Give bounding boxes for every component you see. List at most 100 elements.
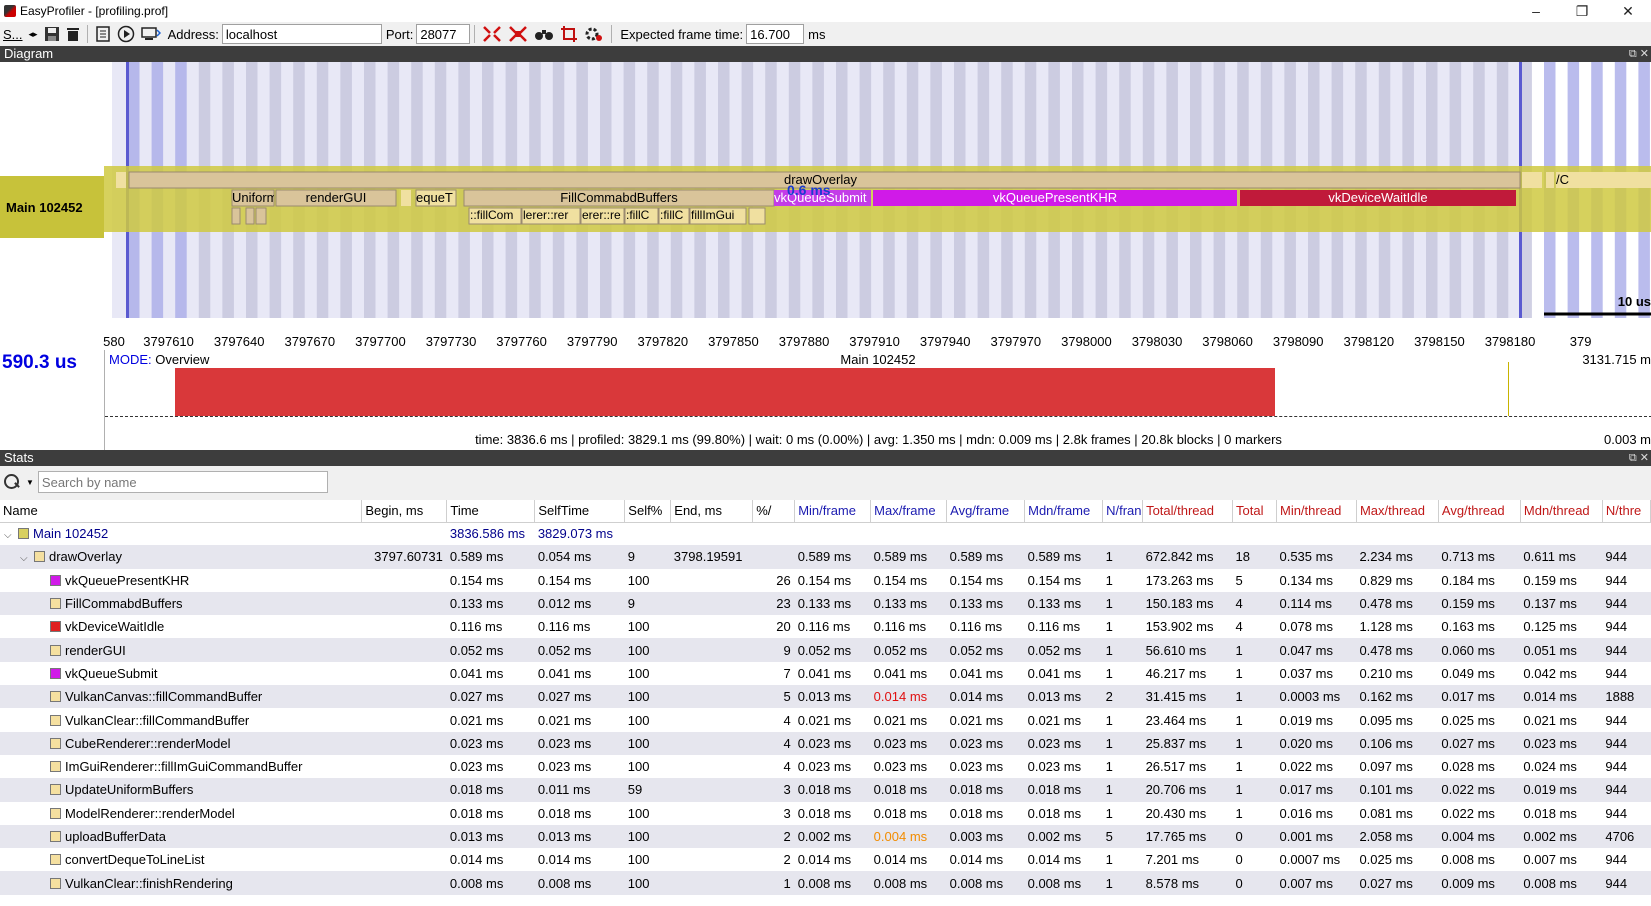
dock-float-icon[interactable]: ⧉ ✕: [1629, 450, 1649, 466]
cell-maxt: 0.097 ms: [1359, 759, 1413, 775]
table-row[interactable]: VulkanClear::finishRendering 0.008 ms 0.00…: [0, 871, 1651, 895]
overview-frame-bar[interactable]: [175, 368, 1275, 416]
column-header[interactable]: Mdn/frame: [1024, 500, 1104, 523]
settings-icon[interactable]: [581, 23, 607, 45]
column-header[interactable]: Name: [0, 500, 363, 523]
block-label-sub4[interactable]: :fillC: [626, 208, 659, 222]
table-row[interactable]: vkQueuePresentKHR 0.154 ms 0.154 ms 100 26 0.…: [0, 569, 1651, 592]
close-button[interactable]: ✕: [1605, 0, 1651, 22]
table-row[interactable]: uploadBufferData 0.013 ms 0.013 ms 100 2 0.00…: [0, 824, 1651, 849]
table-row[interactable]: ⌵ drawOverlay 3797.60731 0.589 ms 0.054 ms 9 3…: [0, 545, 1651, 569]
block-name: FillCommabdBuffers: [65, 596, 183, 612]
block-label-right[interactable]: /C: [1556, 172, 1569, 187]
table-row[interactable]: vkQueueSubmit 0.041 ms 0.041 ms 100 7 0.041 m…: [0, 662, 1651, 685]
save-icon[interactable]: [41, 23, 63, 45]
table-row[interactable]: FillCommabdBuffers 0.133 ms 0.012 ms 9 23 0.1…: [0, 591, 1651, 616]
overview-thread-name: Main 102452: [840, 352, 916, 367]
ruler-tick-label: 3797700: [355, 334, 406, 349]
cell-minf: 0.052 ms: [794, 638, 871, 662]
block-label-sub2[interactable]: lerer::rer: [523, 208, 581, 222]
overview-graph[interactable]: MODE: Overview Main 102452 3131.715 m ti…: [104, 350, 1651, 450]
cell-maxt: 1.128 ms: [1359, 619, 1413, 635]
connect-icon[interactable]: [138, 23, 164, 45]
chevron-down-icon[interactable]: ⌵: [4, 530, 18, 541]
column-header[interactable]: Total/thread: [1142, 500, 1234, 523]
column-header[interactable]: Mdn/thread: [1520, 500, 1603, 523]
column-header[interactable]: Avg/frame: [946, 500, 1026, 523]
table-row[interactable]: ImGuiRenderer::fillImGuiCommandBuffer 0.0…: [0, 755, 1651, 778]
column-header[interactable]: Total: [1232, 500, 1277, 523]
nav-arrows-icon[interactable]: ◂▸: [26, 23, 41, 45]
column-header[interactable]: Avg/thread: [1438, 500, 1521, 523]
column-header[interactable]: Max/thread: [1356, 500, 1439, 523]
column-header[interactable]: Min/frame: [794, 500, 872, 523]
chevron-down-icon[interactable]: ⌵: [20, 553, 34, 564]
column-header[interactable]: Time: [446, 500, 536, 523]
cell-self: 0.052 ms: [534, 638, 625, 662]
block-label-present[interactable]: vkQueuePresentKHR: [873, 190, 1237, 205]
cell-tot: [1143, 522, 1233, 545]
cell-selfp: 100: [627, 759, 650, 775]
thread-label[interactable]: Main 102452: [0, 176, 104, 238]
cell-minf: [795, 522, 871, 545]
table-row[interactable]: VulkanClear::fillCommandBuffer 0.021 ms 0.…: [0, 708, 1651, 731]
column-header[interactable]: %/: [752, 500, 796, 523]
block-label-uniform[interactable]: Uniform: [232, 190, 274, 205]
table-row[interactable]: ModelRenderer::renderModel 0.018 ms 0.018 …: [0, 802, 1651, 825]
crop-icon[interactable]: [557, 23, 581, 45]
block-label-waitidle[interactable]: vkDeviceWaitIdle: [1240, 190, 1516, 205]
port-input[interactable]: [416, 24, 471, 44]
column-header[interactable]: Begin, ms: [361, 500, 448, 523]
table-row[interactable]: ⌵ Main 102452 3836.586 ms 3829.073 ms: [0, 522, 1651, 545]
block-label-renderGUI[interactable]: renderGUI: [276, 190, 396, 205]
play-icon[interactable]: [114, 23, 138, 45]
cell-selfp: 100: [624, 685, 671, 709]
column-header[interactable]: End, ms: [670, 500, 754, 523]
block-label-deque[interactable]: equeT: [416, 190, 456, 205]
binoculars-icon[interactable]: [531, 23, 557, 45]
table-row[interactable]: convertDequeToLineList 0.014 ms 0.014 ms 10…: [0, 848, 1651, 871]
expand-all-icon[interactable]: [479, 23, 505, 45]
mode-value[interactable]: Overview: [155, 352, 209, 367]
session-menu-button[interactable]: S...: [0, 23, 26, 45]
dock-float-icon[interactable]: ⧉ ✕: [1629, 46, 1649, 62]
table-row[interactable]: UpdateUniformBuffers 0.018 ms 0.011 ms 59 3 0…: [0, 778, 1651, 802]
table-row[interactable]: VulkanCanvas::fillCommandBuffer 0.027 ms 0…: [0, 685, 1651, 709]
minimize-button[interactable]: –: [1513, 0, 1559, 22]
timeline-canvas[interactable]: drawOverlay Uniform renderGUI equeT Fill…: [104, 62, 1651, 318]
search-icon[interactable]: [2, 472, 22, 492]
maximize-button[interactable]: ❐: [1559, 0, 1605, 22]
cell-mdnt: 0.051 ms: [1520, 638, 1603, 662]
column-header[interactable]: Self%: [624, 500, 672, 523]
table-row[interactable]: CubeRenderer::renderModel 0.023 ms 0.023 m…: [0, 731, 1651, 755]
search-input[interactable]: [37, 471, 328, 493]
scale-label: 10 us: [1617, 294, 1651, 309]
block-label-sub5[interactable]: :fillC: [660, 208, 690, 222]
list-icon[interactable]: [92, 23, 114, 45]
collapse-all-icon[interactable]: [505, 23, 531, 45]
name-cell: CubeRenderer::renderModel: [0, 731, 362, 755]
table-row[interactable]: renderGUI 0.052 ms 0.052 ms 100 9 0.052 ms 0.0…: [0, 638, 1651, 662]
ruler-tick-label: 3797910: [849, 334, 900, 349]
column-header[interactable]: N/thre: [1602, 500, 1651, 523]
cell-mdnf: 0.041 ms: [1027, 665, 1082, 681]
column-header[interactable]: SelfTime: [534, 500, 626, 523]
block-label-sub6[interactable]: fillImGui: [691, 208, 747, 222]
delete-icon[interactable]: [63, 23, 83, 45]
overview-marker[interactable]: [1508, 362, 1509, 416]
block-label-fillbuffers[interactable]: FillCommabdBuffers: [464, 190, 774, 205]
block-label-sub1[interactable]: ::fillCom: [470, 208, 522, 222]
overview-status: time: 3836.6 ms | profiled: 3829.1 ms (9…: [475, 432, 1282, 447]
block-label-sub3[interactable]: erer::re: [582, 208, 625, 222]
chevron-down-icon[interactable]: ▼: [26, 478, 34, 487]
cell-end: [670, 685, 753, 709]
column-header[interactable]: N/fran: [1102, 500, 1144, 523]
time-ruler[interactable]: 580 3797610 3797640 3797670 3797700 3797730 37…: [103, 320, 1651, 350]
cell-pct: 3: [752, 778, 795, 802]
table-row[interactable]: vkDeviceWaitIdle 0.116 ms 0.116 ms 100 20 0.1…: [0, 615, 1651, 638]
address-input[interactable]: [221, 24, 382, 44]
cell-selfp: 100: [624, 824, 671, 849]
column-header[interactable]: Max/frame: [870, 500, 948, 523]
frame-time-input[interactable]: [746, 24, 805, 44]
column-header[interactable]: Min/thread: [1276, 500, 1357, 523]
